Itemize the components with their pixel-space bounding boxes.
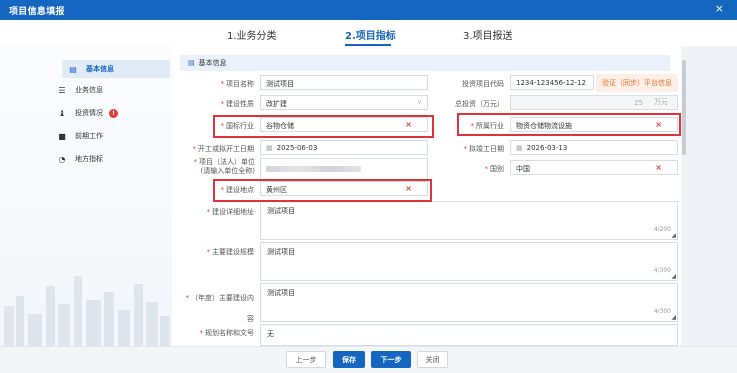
detailed-address-textarea[interactable]: 测试项目 4/200 ◢ [260, 201, 678, 240]
calendar-icon: ▦ [516, 144, 523, 152]
investment-code-label: 投资项目代码 [462, 80, 504, 88]
verify-sync-button[interactable]: 验证（同步）平台信息 [596, 74, 678, 92]
char-count: 4/300 [653, 267, 671, 274]
close-icon[interactable]: × [715, 2, 724, 15]
highlight-industry [457, 113, 681, 136]
plan-name-label: * 规划名称和文号 [199, 329, 255, 337]
investment-code-input[interactable]: 1234-123456-12-12 [510, 75, 594, 90]
window-titlebar: 项目信息填报 × [0, 0, 737, 20]
project-name-input[interactable]: 测试项目 [260, 75, 428, 90]
sidebar-item-label: 基本信息 [86, 65, 114, 73]
prev-step-button[interactable]: 上一步 [286, 351, 326, 368]
close-button[interactable]: 关闭 [417, 351, 448, 368]
main-scale-textarea[interactable]: 测试项目 4/300 ◢ [260, 242, 678, 281]
city-skyline-decoration [4, 276, 170, 346]
detailed-address-label: * 建设详细地址 [206, 208, 255, 216]
char-count: 4/200 [653, 226, 671, 233]
highlight-location [213, 179, 432, 202]
highlight-national-industry [213, 115, 434, 138]
construction-nature-label: * 建设性质 [220, 100, 255, 108]
construction-nature-select[interactable]: 改扩建 ∨ [260, 95, 428, 110]
plan-name-textarea[interactable]: 无 [260, 324, 678, 346]
document-icon: ▤ [188, 59, 195, 67]
step-tabs: 1.业务分类 2.项目指标 3.项目报送 [0, 20, 737, 46]
sidebar-item-label: 地方指标 [75, 155, 103, 163]
sidebar-item-preliminary-work[interactable]: ■ 前期工作 [57, 127, 165, 145]
start-date-input[interactable]: ▦ 2025-06-03 [260, 140, 428, 155]
calendar-icon: ▦ [266, 144, 273, 152]
char-count: 4/300 [653, 308, 671, 315]
resize-handle-icon[interactable]: ◢ [671, 273, 676, 280]
window-title: 项目信息填报 [9, 7, 65, 17]
sidebar-item-label: 业务信息 [75, 86, 103, 94]
main-scale-label: * 主要建设规模 [206, 248, 255, 256]
sidebar-item-local-indicators[interactable]: ◔ 地方指标 [57, 150, 165, 168]
total-investment-unit: 万元 [654, 98, 668, 106]
legal-unit-input[interactable] [260, 158, 428, 180]
country-select[interactable]: 中国 × [510, 160, 678, 175]
document-icon: ▤ [69, 64, 77, 74]
briefcase-icon: ■ [58, 131, 66, 141]
sidebar-item-label: 投资情况 [75, 109, 103, 117]
chevron-down-icon: ∨ [416, 98, 422, 106]
resize-handle-icon[interactable]: ◢ [671, 314, 676, 321]
gauge-icon: ◔ [58, 154, 66, 164]
step-business-category[interactable]: 1.业务分类 [227, 27, 277, 42]
sidebar-item-investment[interactable]: ♝ 投资情况 ! [57, 104, 165, 122]
sidebar: ▤ 基本信息 ☰ 业务信息 ♝ 投资情况 ! ■ 前期工作 ◔ 地方指标 [0, 46, 172, 346]
step-project-indicators[interactable]: 2.项目指标 [345, 27, 396, 42]
sidebar-item-business-info[interactable]: ☰ 业务信息 [57, 81, 165, 99]
annual-content-label: * （年度）主要建设内 容 [185, 294, 255, 323]
warning-badge: ! [109, 108, 118, 118]
footer-bar [0, 346, 737, 373]
legal-unit-label: * 项目（法人）单位 (请输入单位全称) [193, 158, 256, 175]
sidebar-item-label: 前期工作 [75, 132, 103, 140]
sidebar-item-basic-info[interactable]: ▤ 基本信息 [62, 60, 170, 78]
step-project-submission[interactable]: 3.项目报送 [463, 27, 513, 42]
save-button[interactable]: 保存 [333, 351, 365, 368]
section-title: 基本信息 [198, 59, 227, 67]
country-label: * 国别 [484, 165, 505, 173]
next-step-button[interactable]: 下一步 [371, 351, 411, 368]
redacted-text [266, 166, 361, 172]
project-name-label: * 项目名称 [220, 80, 255, 88]
resize-handle-icon[interactable]: ◢ [671, 232, 676, 239]
total-investment-input: 25 [510, 95, 678, 110]
total-investment-label: 总投资（万元） [455, 100, 504, 108]
money-bag-icon: ♝ [58, 108, 66, 118]
planned-completion-input[interactable]: ▦ 2026-03-13 [510, 140, 678, 155]
scrollbar-thumb[interactable] [682, 60, 686, 155]
section-header-basic-info: ▤ 基本信息 [180, 55, 670, 71]
start-date-label: * 开工或拟开工日期 [192, 145, 255, 153]
planned-completion-label: * 拟竣工日期 [463, 145, 505, 153]
clear-icon[interactable]: × [655, 163, 662, 172]
annual-content-textarea[interactable]: 测试项目 4/300 ◢ [260, 283, 678, 322]
list-icon: ☰ [58, 85, 66, 95]
